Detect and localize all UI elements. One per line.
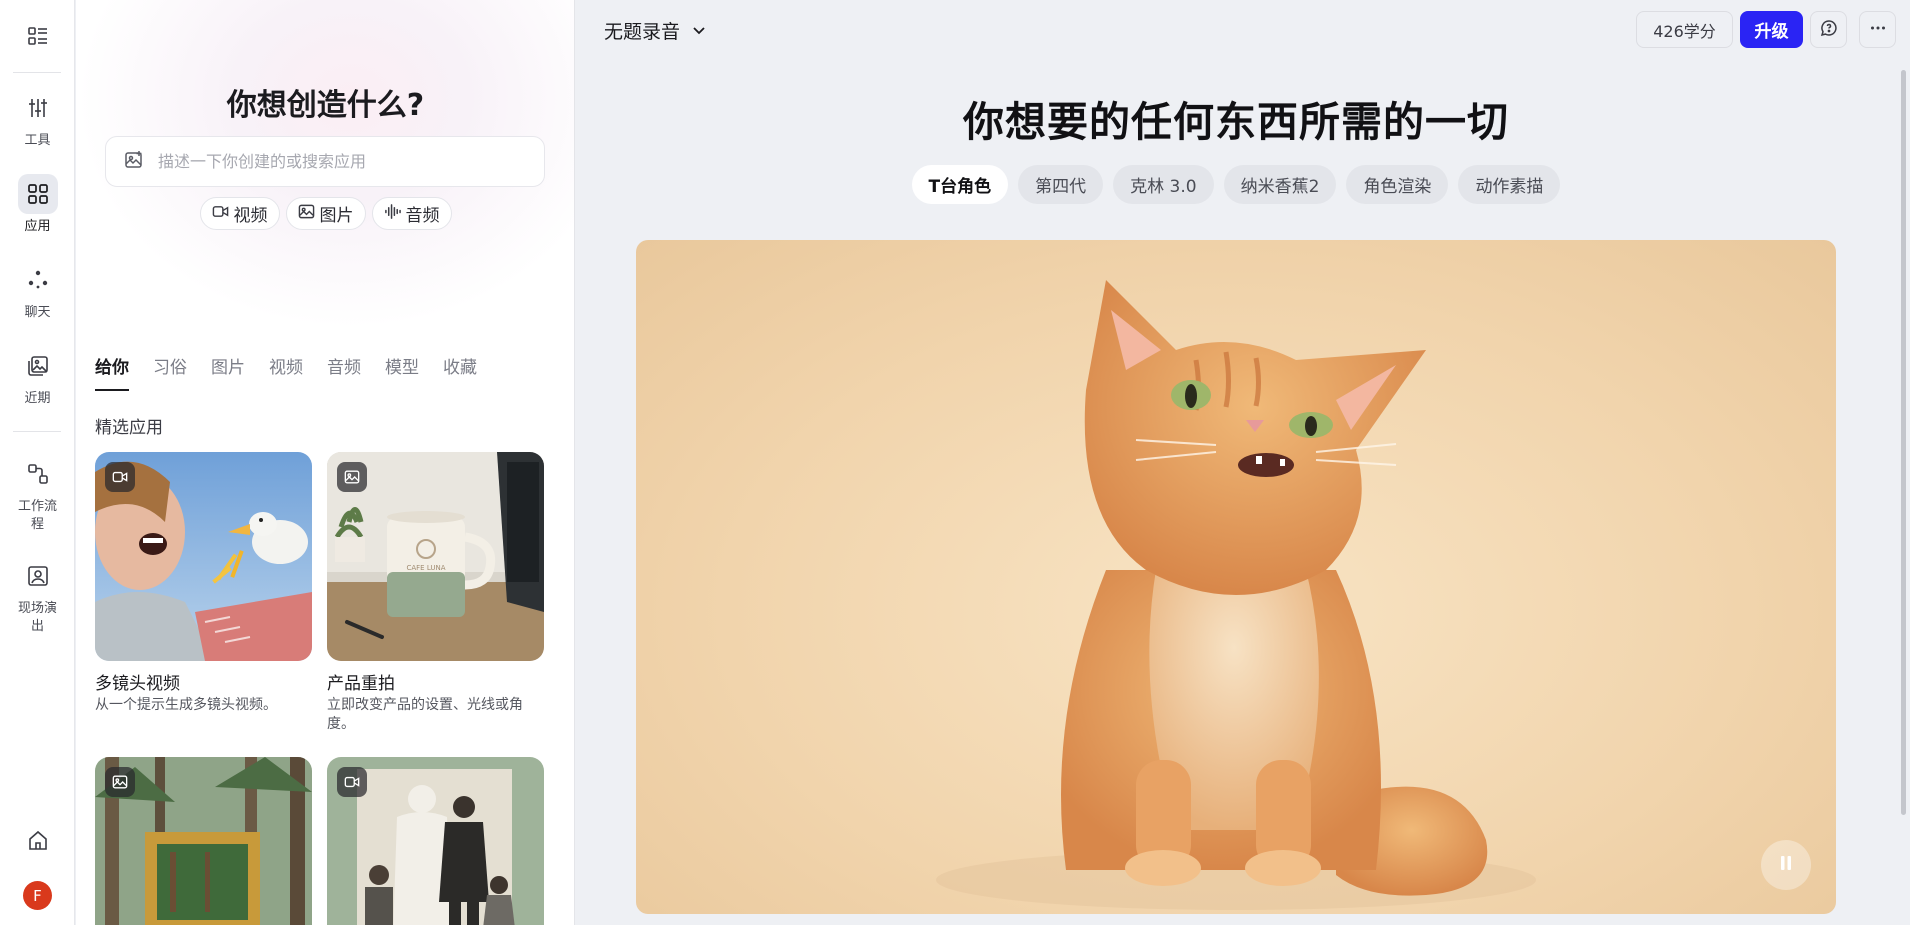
app-card-multishot-video[interactable]: 多镜头视频 从一个提示生成多镜头视频。 (95, 452, 312, 715)
app-card-title: 多镜头视频 (95, 674, 180, 694)
tab-favorites[interactable]: 收藏 (443, 353, 477, 393)
app-card-thumbnail (327, 757, 544, 925)
recording-title-dropdown[interactable]: 无题录音 (604, 17, 706, 44)
video-badge (105, 462, 135, 492)
hero-title: 你想要的任何东西所需的一切 (963, 98, 1509, 146)
workflow-icon (18, 454, 58, 494)
rail-label-recent: 近期 (24, 391, 51, 406)
credits-display[interactable]: 426学分 (1636, 11, 1733, 48)
user-portrait-icon (18, 556, 58, 596)
chip-video-label: 视频 (233, 206, 268, 226)
audio-waveform-icon (384, 203, 401, 225)
chip-audio[interactable]: 音频 (371, 197, 452, 230)
rail-label-tools: 工具 (24, 133, 51, 148)
more-horizontal-icon (1869, 19, 1887, 41)
app-search-input[interactable] (158, 152, 538, 171)
hero-preview-media (636, 240, 1836, 914)
video-icon (212, 203, 229, 225)
cat-illustration (936, 280, 1536, 910)
pill-kling-3[interactable]: 克林 3.0 (1113, 165, 1214, 204)
pill-nano-banana-2[interactable]: 纳米香蕉2 (1223, 165, 1337, 204)
rail-item-live[interactable]: 现场演出 (0, 556, 75, 636)
rail-label-workflows: 工作流程 (17, 499, 57, 532)
pill-character-render[interactable]: 角色渲染 (1346, 165, 1449, 204)
pill-runway-character[interactable]: T台角色 (911, 165, 1009, 204)
home-icon (18, 820, 58, 860)
image-icon (298, 203, 315, 225)
tab-custom[interactable]: 习俗 (153, 353, 187, 393)
app-search-box[interactable] (105, 136, 545, 187)
more-options-button[interactable] (1859, 11, 1896, 48)
app-card-thumbnail (95, 757, 312, 925)
rail-divider (13, 431, 61, 432)
app-category-tabs: 给你 习俗 图片 视频 音频 模型 收藏 (95, 353, 477, 393)
home-button[interactable] (0, 820, 75, 860)
left-rail: 工具 应用 聊天 近期 工作流程 现场演出 F (0, 0, 75, 925)
pill-gen4[interactable]: 第四代 (1018, 165, 1104, 204)
app-card-thumbnail: CAFE LUNA (327, 452, 544, 661)
app-card-forest-frame[interactable] (95, 757, 312, 925)
panel-title: 你想创造什么? (226, 88, 425, 123)
menu-toggle-button[interactable] (0, 16, 75, 56)
image-badge (105, 767, 135, 797)
tab-audio[interactable]: 音频 (327, 353, 361, 393)
tab-images[interactable]: 图片 (211, 353, 245, 393)
feedback-chat-icon (1820, 19, 1838, 41)
image-upload-icon[interactable] (124, 150, 144, 174)
rail-label-live: 现场演出 (17, 601, 57, 634)
chip-audio-label: 音频 (405, 206, 440, 226)
pill-motion-sketch[interactable]: 动作素描 (1458, 165, 1561, 204)
app-panel: 你想创造什么? 视频 图片 音频 给你 习俗 图片 视频 音频 模型 收藏 精选… (76, 0, 575, 925)
media-type-chips: 视频 图片 音频 (76, 197, 574, 230)
sliders-icon (18, 88, 58, 128)
chip-video[interactable]: 视频 (199, 197, 280, 230)
rail-item-workflows[interactable]: 工作流程 (0, 454, 75, 534)
rail-label-chat: 聊天 (24, 305, 51, 320)
rail-item-recent[interactable]: 近期 (0, 346, 75, 408)
main-scrollbar[interactable] (1901, 70, 1906, 815)
rail-divider (13, 72, 61, 73)
tab-videos[interactable]: 视频 (269, 353, 303, 393)
feedback-button[interactable] (1810, 11, 1847, 48)
apps-grid-icon (17, 174, 58, 214)
featured-apps-heading: 精选应用 (95, 418, 163, 438)
rail-label-apps: 应用 (24, 219, 51, 234)
tab-for-you[interactable]: 给你 (95, 353, 129, 393)
pause-button[interactable] (1761, 840, 1811, 890)
chip-image[interactable]: 图片 (285, 197, 366, 230)
mug-brand-text: CAFE LUNA (406, 564, 445, 572)
chat-dots-icon (18, 260, 58, 300)
rail-item-apps[interactable]: 应用 (0, 174, 75, 236)
image-badge (337, 462, 367, 492)
model-pills: T台角色 第四代 克林 3.0 纳米香蕉2 角色渲染 动作素描 (576, 165, 1896, 204)
app-card-thumbnail (95, 452, 312, 661)
recording-title: 无题录音 (604, 21, 681, 43)
menu-list-icon (18, 16, 58, 56)
recent-images-icon (18, 346, 58, 386)
app-card-product-reshoot[interactable]: CAFE LUNA 产品重拍 立即改变产品的设置、光线或角度。 (327, 452, 544, 734)
user-avatar[interactable]: F (23, 881, 52, 910)
upgrade-button[interactable]: 升级 (1740, 11, 1803, 48)
pause-icon (1779, 855, 1793, 875)
app-card-description: 从一个提示生成多镜头视频。 (95, 697, 277, 713)
rail-item-chat[interactable]: 聊天 (0, 260, 75, 322)
video-badge (337, 767, 367, 797)
tab-models[interactable]: 模型 (385, 353, 419, 393)
app-card-description: 立即改变产品的设置、光线或角度。 (327, 697, 523, 732)
chip-image-label: 图片 (319, 206, 354, 226)
app-card-title: 产品重拍 (327, 674, 395, 694)
chevron-down-icon (692, 20, 706, 42)
app-card-family-portrait[interactable] (327, 757, 544, 925)
rail-item-tools[interactable]: 工具 (0, 88, 75, 150)
